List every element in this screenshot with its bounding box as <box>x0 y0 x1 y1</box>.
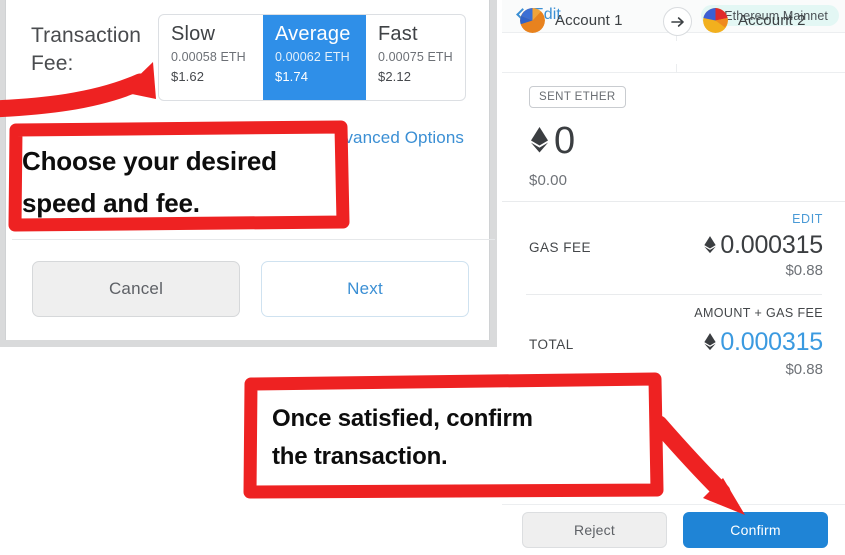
advanced-options-link[interactable]: Advanced Options <box>323 128 464 148</box>
fee-option-slow[interactable]: Slow 0.00058 ETH $1.62 <box>159 15 263 100</box>
fee-speed-selector[interactable]: Slow 0.00058 ETH $1.62 Average 0.00062 E… <box>158 14 466 101</box>
annotation-text-1-line-2: speed and fee. <box>22 188 200 218</box>
amount-plus-gas-label: AMOUNT + GAS FEE <box>694 306 823 320</box>
sent-ether-chip: SENT ETHER <box>529 86 626 108</box>
accounts-row <box>502 33 845 73</box>
annotation-text-2-line-2: the transaction. <box>272 443 448 470</box>
total-fiat: $0.88 <box>785 361 823 378</box>
fee-option-slow-title: Slow <box>171 23 216 45</box>
accounts-divider-bottom <box>676 64 677 73</box>
avatar-account-2 <box>703 8 728 33</box>
avatar-account-2-art <box>703 8 728 33</box>
total-value: 0.000315 <box>720 328 823 356</box>
fee-option-slow-eth: 0.00058 ETH <box>171 50 246 64</box>
avatar-account-1 <box>520 8 545 33</box>
sent-ether-value: 0 <box>554 120 576 162</box>
sent-ether-fiat: $0.00 <box>529 172 568 189</box>
transfer-arrow-button <box>663 7 692 36</box>
annotation-text-2: Once satisfied, confirm the transaction. <box>272 400 642 476</box>
fee-option-fast-usd: $2.12 <box>378 69 412 84</box>
from-account-name: Account 1 <box>555 12 623 29</box>
transaction-fee-label: Transaction Fee: <box>31 24 142 75</box>
sent-ether-amount: 0 <box>529 121 575 161</box>
fee-option-average-eth: 0.00062 ETH <box>275 50 350 64</box>
totals-divider <box>526 294 822 295</box>
annotation-text-2-line-1: Once satisfied, confirm <box>272 405 533 432</box>
ethereum-diamond-icon <box>704 236 716 254</box>
avatar-account-1-art <box>520 8 545 33</box>
footer-divider <box>12 239 495 240</box>
total-value-row: 0.000315 <box>703 328 823 357</box>
cancel-button[interactable]: Cancel <box>32 261 240 317</box>
arrow-right-icon <box>670 16 684 27</box>
annotation-text-1-line-1: Choose your desired <box>22 146 277 176</box>
next-button[interactable]: Next <box>261 261 469 317</box>
fee-option-average-title: Average <box>275 23 351 45</box>
from-account[interactable]: Account 1 <box>520 8 623 33</box>
fee-option-average[interactable]: Average 0.00062 ETH $1.74 <box>263 15 366 100</box>
confirm-button[interactable]: Confirm <box>683 512 828 548</box>
ethereum-diamond-icon <box>704 333 716 351</box>
total-label: TOTAL <box>529 337 574 352</box>
to-account[interactable]: Account 2 <box>703 8 806 33</box>
footer-divider-right <box>502 504 845 505</box>
gas-fee-fiat: $0.88 <box>785 262 823 279</box>
fee-option-slow-usd: $1.62 <box>171 69 205 84</box>
fee-option-fast-eth: 0.00075 ETH <box>378 50 453 64</box>
annotation-text-1: Choose your desired speed and fee. <box>22 140 332 224</box>
screenshot-stage: Transaction Fee: Slow 0.00058 ETH $1.62 … <box>0 0 845 555</box>
gas-fee-value: 0.000315 <box>720 231 823 259</box>
gas-fee-value-row: 0.000315 <box>703 231 823 260</box>
fee-option-fast-title: Fast <box>378 23 418 45</box>
fee-option-fast[interactable]: Fast 0.00075 ETH $2.12 <box>366 15 465 100</box>
sent-ether-section: SENT ETHER 0 $0.00 <box>502 73 845 202</box>
fee-option-average-usd: $1.74 <box>275 69 309 84</box>
reject-button[interactable]: Reject <box>522 512 667 548</box>
gas-fee-label: GAS FEE <box>529 240 592 255</box>
ethereum-diamond-icon <box>531 127 548 153</box>
to-account-name: Account 2 <box>738 12 806 29</box>
edit-gas-link[interactable]: EDIT <box>792 212 823 226</box>
